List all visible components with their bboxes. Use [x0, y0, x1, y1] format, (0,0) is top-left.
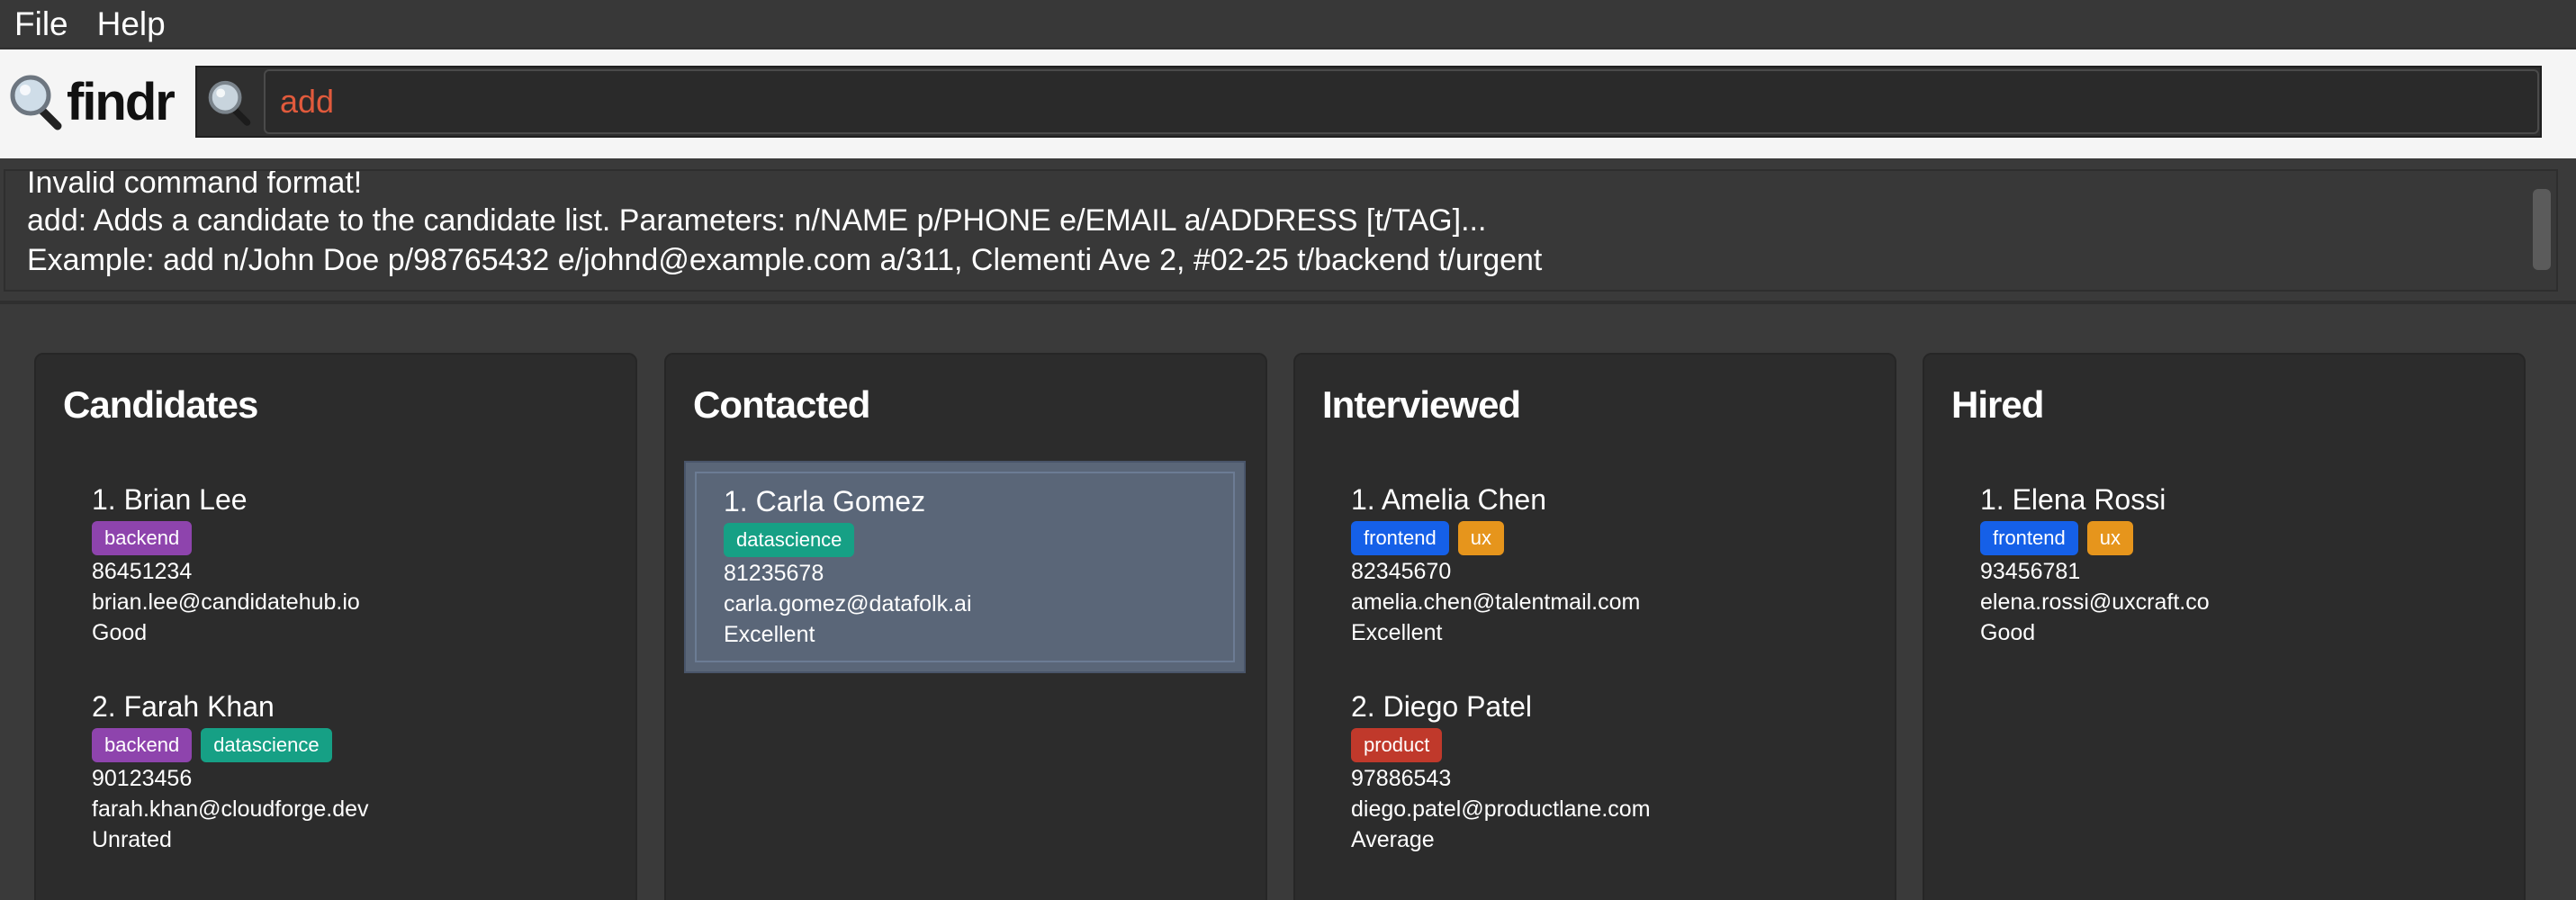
candidate-rating: Excellent: [1351, 620, 1443, 645]
column-title: Hired: [1951, 383, 2044, 426]
menu-file[interactable]: File: [0, 0, 83, 49]
candidate-phone: 97886543: [1351, 766, 1452, 791]
app-logo-text: findr: [67, 72, 176, 131]
candidate-email: carla.gomez@datafolk.ai: [724, 591, 972, 616]
candidate-email: amelia.chen@talentmail.com: [1351, 590, 1641, 615]
candidate-name: 1. Amelia Chen: [1351, 483, 1547, 516]
tag-product: product: [1351, 728, 1443, 762]
candidate-card[interactable]: 1. Elena Rossi frontend ux 93456781 elen…: [1942, 481, 2506, 648]
candidate-phone: 90123456: [92, 766, 193, 791]
candidate-card[interactable]: 2. Farah Khan backend datascience 901234…: [54, 688, 617, 855]
tag-ux: ux: [2086, 521, 2133, 555]
candidate-rating: Excellent: [724, 622, 815, 647]
candidate-name: 2. Diego Patel: [1351, 690, 1533, 723]
candidate-name: 1. Brian Lee: [92, 483, 248, 516]
tag-frontend: frontend: [1980, 521, 2078, 555]
candidate-email: elena.rossi@uxcraft.co: [1980, 590, 2210, 615]
command-bar: [195, 66, 2542, 138]
column-interviewed: Interviewed 1. Amelia Chen frontend ux 8…: [1293, 353, 1896, 900]
candidate-phone: 81235678: [724, 561, 824, 586]
divider: [0, 301, 2576, 304]
result-line: Invalid command format!: [27, 169, 363, 200]
candidate-card-selected[interactable]: 1. Carla Gomez datascience 81235678 carl…: [684, 461, 1246, 673]
candidate-card[interactable]: 1. Brian Lee backend 86451234 brian.lee@…: [54, 481, 617, 648]
candidate-rating: Good: [1980, 620, 2036, 645]
candidate-rating: Average: [1351, 827, 1435, 852]
candidate-card[interactable]: 1. Amelia Chen frontend ux 82345670 amel…: [1313, 481, 1877, 648]
candidate-phone: 82345670: [1351, 559, 1452, 584]
result-scrollbar[interactable]: [2533, 180, 2553, 279]
tag-frontend: frontend: [1351, 521, 1449, 555]
result-scrollbar-thumb[interactable]: [2533, 189, 2551, 270]
candidate-phone: 86451234: [92, 559, 193, 584]
tag-datascience: datascience: [724, 523, 855, 557]
search-icon: [201, 73, 258, 132]
candidate-card[interactable]: 2. Diego Patel product 97886543 diego.pa…: [1313, 688, 1877, 855]
column-title: Contacted: [693, 383, 870, 426]
column-hired: Hired 1. Elena Rossi frontend ux 9345678…: [1923, 353, 2526, 900]
tag-datascience: datascience: [201, 728, 332, 762]
menu-bar: File Help: [0, 0, 2576, 49]
tag-backend: backend: [92, 521, 193, 555]
column-title: Interviewed: [1322, 383, 1521, 426]
result-line: Example: add n/John Doe p/98765432 e/joh…: [27, 243, 1543, 277]
column-candidates: Candidates 1. Brian Lee backend 86451234…: [34, 353, 637, 900]
candidate-email: diego.patel@productlane.com: [1351, 796, 1651, 822]
candidate-email: brian.lee@candidatehub.io: [92, 590, 360, 615]
menu-help[interactable]: Help: [83, 0, 180, 49]
candidate-rating: Unrated: [92, 827, 172, 852]
magnifier-icon: [9, 72, 63, 131]
column-title: Candidates: [63, 383, 258, 426]
candidate-name: 1. Elena Rossi: [1980, 483, 2166, 516]
candidate-name: 2. Farah Khan: [92, 690, 275, 723]
tag-backend: backend: [92, 728, 193, 762]
header: findr: [0, 50, 2576, 158]
candidate-phone: 93456781: [1980, 559, 2081, 584]
tag-ux: ux: [1457, 521, 1504, 555]
result-line: add: Adds a candidate to the candidate l…: [27, 203, 1487, 238]
candidate-name: 1. Carla Gomez: [724, 485, 926, 518]
app-logo: findr: [9, 68, 176, 136]
result-display: Invalid command format! add: Adds a cand…: [4, 169, 2558, 292]
column-contacted: Contacted 1. Carla Gomez datascience 812…: [664, 353, 1267, 900]
command-input[interactable]: [264, 69, 2539, 134]
candidate-rating: Good: [92, 620, 148, 645]
candidate-email: farah.khan@cloudforge.dev: [92, 796, 369, 822]
